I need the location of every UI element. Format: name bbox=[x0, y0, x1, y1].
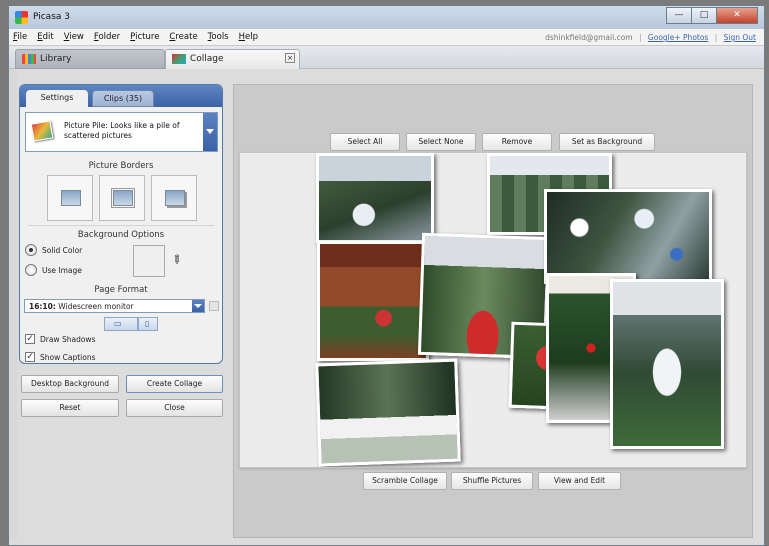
title-bar: Picasa 3 — □ ✕ bbox=[9, 6, 764, 29]
chevron-down-icon[interactable] bbox=[203, 113, 217, 151]
collage-photo[interactable] bbox=[316, 153, 434, 243]
window-controls: — □ ✕ bbox=[666, 7, 758, 24]
scramble-collage-button[interactable]: Scramble Collage bbox=[363, 472, 447, 490]
menu-file[interactable]: File bbox=[13, 32, 27, 42]
desktop-background-button[interactable]: Desktop Background bbox=[21, 375, 119, 393]
tab-collage-label: Collage bbox=[190, 54, 224, 64]
separator: | bbox=[714, 33, 718, 42]
background-color-swatch[interactable] bbox=[133, 245, 165, 277]
set-as-background-button[interactable]: Set as Background bbox=[559, 133, 655, 151]
collage-canvas[interactable] bbox=[239, 152, 747, 468]
left-edge-strip bbox=[9, 69, 17, 539]
use-image-radio[interactable] bbox=[25, 264, 37, 276]
separator: | bbox=[639, 33, 642, 42]
remove-button[interactable]: Remove bbox=[482, 133, 552, 151]
page-format-title: Page Format bbox=[94, 285, 148, 295]
close-window-button[interactable]: ✕ bbox=[716, 7, 758, 24]
library-icon bbox=[22, 54, 36, 64]
draw-shadows-label: Draw Shadows bbox=[40, 335, 96, 344]
eyedropper-icon[interactable]: ✎ bbox=[168, 251, 188, 271]
google-plus-photos-link[interactable]: Google+ Photos bbox=[648, 33, 708, 42]
divider bbox=[28, 225, 214, 226]
collage-style-dropdown[interactable]: Picture Pile: Looks like a pile of scatt… bbox=[25, 112, 218, 152]
picasa-window: Picasa 3 — □ ✕ File Edit View Folder Pic… bbox=[8, 5, 765, 546]
collage-settings-panel: Settings Clips (35) Picture Pile: Looks … bbox=[19, 84, 223, 364]
background-options-title: Background Options bbox=[77, 230, 165, 240]
tab-bar: Library Collage × bbox=[9, 46, 764, 69]
reset-button[interactable]: Reset bbox=[21, 399, 119, 417]
close-tab-icon[interactable]: × bbox=[285, 53, 295, 63]
menu-folder[interactable]: Folder bbox=[94, 32, 120, 42]
menu-view[interactable]: View bbox=[64, 32, 84, 42]
view-and-edit-button[interactable]: View and Edit bbox=[538, 472, 621, 490]
panel-tabs: Settings Clips (35) bbox=[20, 85, 222, 107]
collage-photo[interactable] bbox=[610, 279, 724, 449]
border-white-icon bbox=[111, 188, 135, 208]
menu-bar: File Edit View Folder Picture Create Too… bbox=[9, 29, 764, 46]
border-polaroid-icon bbox=[165, 190, 185, 206]
collage-photo[interactable] bbox=[315, 358, 461, 467]
picasa-logo-icon bbox=[15, 11, 28, 24]
create-collage-button[interactable]: Create Collage bbox=[126, 375, 223, 393]
draw-shadows-checkbox[interactable]: ✓ bbox=[25, 334, 35, 344]
collage-icon bbox=[172, 54, 186, 64]
minimize-button[interactable]: — bbox=[666, 7, 692, 24]
menu-picture[interactable]: Picture bbox=[130, 32, 159, 42]
page-format-dropdown[interactable]: 16:10: Widescreen monitor bbox=[24, 299, 205, 313]
menu-create[interactable]: Create bbox=[169, 32, 197, 42]
select-all-button[interactable]: Select All bbox=[330, 133, 400, 151]
page-format-name: Widescreen monitor bbox=[58, 302, 134, 311]
tab-collage[interactable]: Collage × bbox=[165, 49, 300, 69]
account-email: dshinkfield@gmail.com bbox=[545, 33, 633, 42]
window-title: Picasa 3 bbox=[33, 12, 70, 22]
border-style-polaroid-button[interactable] bbox=[151, 175, 197, 221]
tab-settings[interactable]: Settings bbox=[26, 90, 88, 107]
custom-format-icon[interactable] bbox=[209, 301, 219, 311]
account-area: dshinkfield@gmail.com | Google+ Photos |… bbox=[545, 33, 756, 42]
collage-photo[interactable] bbox=[544, 189, 712, 284]
show-captions-label: Show Captions bbox=[40, 353, 96, 362]
close-button[interactable]: Close bbox=[126, 399, 223, 417]
tab-library-label: Library bbox=[40, 54, 72, 64]
landscape-icon: ▭ bbox=[114, 319, 122, 328]
picture-pile-icon bbox=[30, 120, 54, 142]
chevron-down-icon[interactable] bbox=[192, 300, 204, 312]
border-style-none-button[interactable] bbox=[47, 175, 93, 221]
solid-color-label: Solid Color bbox=[42, 246, 83, 255]
tab-clips[interactable]: Clips (35) bbox=[92, 90, 154, 107]
sign-out-link[interactable]: Sign Out bbox=[724, 33, 756, 42]
border-none-icon bbox=[61, 190, 81, 206]
portrait-icon: ▯ bbox=[145, 319, 150, 328]
page-format-ratio: 16:10: bbox=[29, 302, 56, 311]
menu-edit[interactable]: Edit bbox=[37, 32, 53, 42]
solid-color-radio[interactable] bbox=[25, 244, 37, 256]
shuffle-pictures-button[interactable]: Shuffle Pictures bbox=[451, 472, 533, 490]
picture-borders-title: Picture Borders bbox=[88, 161, 154, 171]
landscape-button[interactable]: ▭ bbox=[104, 317, 138, 331]
tab-library[interactable]: Library bbox=[15, 49, 165, 69]
use-image-label: Use Image bbox=[42, 266, 82, 275]
border-style-white-button[interactable] bbox=[99, 175, 145, 221]
menu-tools[interactable]: Tools bbox=[208, 32, 229, 42]
show-captions-checkbox[interactable]: ✓ bbox=[25, 352, 35, 362]
collage-style-text: Picture Pile: Looks like a pile of scatt… bbox=[64, 121, 180, 140]
portrait-button[interactable]: ▯ bbox=[138, 317, 158, 331]
menu-help[interactable]: Help bbox=[239, 32, 258, 42]
maximize-button[interactable]: □ bbox=[691, 7, 717, 24]
select-none-button[interactable]: Select None bbox=[406, 133, 476, 151]
collage-photo[interactable] bbox=[317, 241, 429, 361]
